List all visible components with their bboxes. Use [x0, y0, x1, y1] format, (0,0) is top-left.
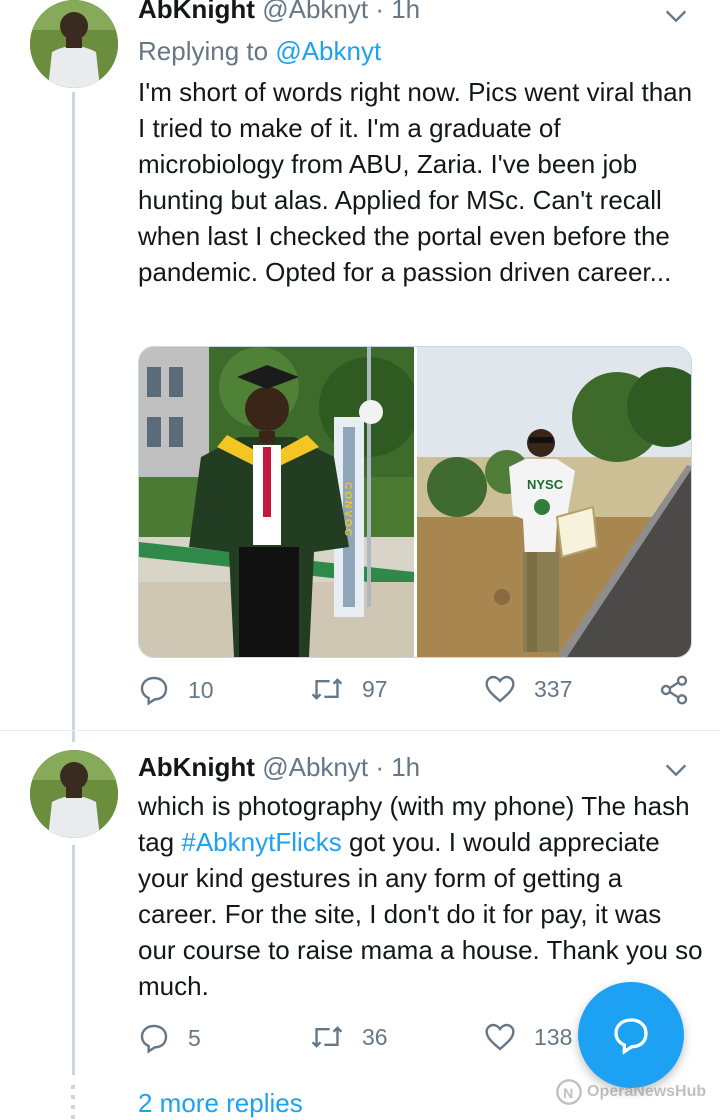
display-name[interactable]: AbKnight [138, 0, 255, 24]
user-handle[interactable]: @Abknyt [262, 0, 368, 24]
tweet-divider [0, 730, 720, 731]
reply-count: 5 [188, 1024, 201, 1051]
hashtag-link[interactable]: #AbknytFlicks [181, 827, 341, 857]
timestamp[interactable]: · 1h [375, 752, 420, 782]
avatar-image [30, 750, 118, 838]
replying-to-mention[interactable]: @Abknyt [275, 36, 381, 66]
reply-count: 10 [188, 676, 214, 703]
compose-reply-icon [614, 1018, 648, 1055]
tweet-actions: 10 97 337 [138, 674, 698, 714]
retweet-icon [311, 678, 343, 700]
chevron-down-icon[interactable] [662, 2, 690, 30]
tweet-media[interactable]: CONVOC NYSC [138, 346, 692, 658]
replying-prefix: Replying to [138, 36, 276, 66]
tweet-header: AbKnight @Abknyt · 1h [138, 752, 420, 783]
nysc-photo-image [417, 347, 691, 657]
tweet-text: which is photography (with my phone) The… [138, 788, 703, 1004]
like-action[interactable]: 337 [484, 674, 572, 704]
nysc-shirt-text: NYSC [527, 477, 564, 492]
more-replies-link[interactable]: 2 more replies [138, 1088, 303, 1119]
avatar-image [30, 0, 118, 88]
timestamp[interactable]: · 1h [375, 0, 420, 24]
like-icon [485, 675, 515, 703]
avatar[interactable] [30, 750, 118, 838]
user-handle[interactable]: @Abknyt [262, 752, 368, 782]
watermark: N OperaNewsHub [555, 1078, 706, 1106]
nysc-photo[interactable]: NYSC [417, 347, 691, 657]
thread-dots [71, 1085, 75, 1120]
like-icon [485, 1023, 515, 1051]
display-name[interactable]: AbKnight [138, 752, 255, 782]
compose-reply-button[interactable] [578, 982, 684, 1088]
retweet-count: 97 [362, 675, 388, 702]
share-icon [660, 675, 688, 705]
graduation-photo[interactable]: CONVOC [139, 347, 417, 657]
like-count: 337 [534, 675, 573, 702]
chevron-down-icon[interactable] [662, 756, 690, 784]
watermark-text: OperaNewsHub [587, 1083, 707, 1100]
thread-line-1 [72, 92, 75, 742]
retweet-icon [311, 1026, 343, 1048]
reply-icon [140, 676, 168, 706]
tweet-text: I'm short of words right now. Pics went … [138, 77, 693, 287]
reply-icon [140, 1024, 168, 1054]
retweet-count: 36 [362, 1023, 388, 1050]
svg-text:N: N [563, 1085, 573, 1101]
retweet-action[interactable]: 36 [310, 1022, 388, 1052]
retweet-action[interactable]: 97 [310, 674, 388, 704]
share-action[interactable] [658, 674, 690, 706]
like-count: 138 [534, 1023, 573, 1050]
reply-action[interactable]: 5 [138, 1022, 201, 1054]
replying-to: Replying to @Abknyt [138, 36, 381, 67]
convocation-banner-text: CONVOC [342, 482, 353, 538]
avatar[interactable] [30, 0, 118, 88]
graduation-photo-image [139, 347, 414, 657]
thread-line-2 [72, 845, 75, 1075]
reply-action[interactable]: 10 [138, 674, 214, 706]
watermark-logo-icon: N [556, 1079, 582, 1105]
like-action[interactable]: 138 [484, 1022, 572, 1052]
tweet-header: AbKnight @Abknyt · 1h [138, 0, 420, 25]
